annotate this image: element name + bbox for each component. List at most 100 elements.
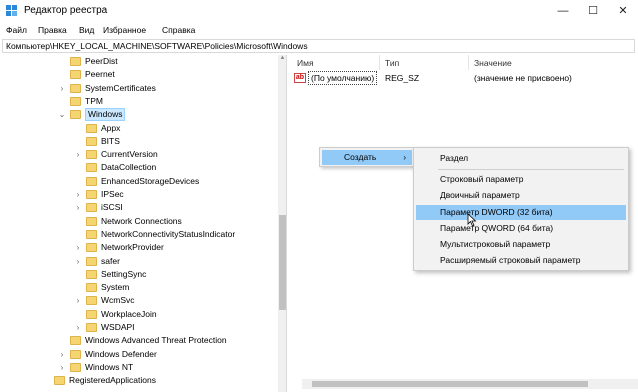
tree-item[interactable]: System (2, 281, 277, 294)
folder-icon (86, 136, 97, 146)
tree-item[interactable]: NetworkConnectivityStatusIndicator (2, 228, 277, 241)
tree-item[interactable]: › safer (2, 255, 277, 268)
address-bar[interactable]: Компьютер\HKEY_LOCAL_MACHINE\SOFTWARE\Po… (2, 39, 635, 53)
menu-item-create[interactable]: Создать › (322, 150, 412, 165)
menu-item-multistring-value[interactable]: Мультистроковый параметр (416, 237, 626, 252)
tree-item-label: Windows Defender (85, 348, 157, 359)
scrollbar-thumb[interactable] (279, 215, 286, 310)
values-horizontal-scrollbar[interactable] (302, 379, 638, 389)
tree-item-label: WSDAPI (101, 322, 135, 332)
tree-item-label: NetworkConnectivityStatusIndicator (101, 228, 236, 239)
tree-item[interactable]: Appx (2, 122, 277, 135)
folder-icon (86, 243, 97, 253)
tree-item-label: EnhancedStorageDevices (101, 175, 200, 186)
expand-arrow-icon[interactable]: › (74, 201, 82, 214)
menu-file[interactable]: Файл (6, 25, 27, 35)
tree-item[interactable]: › Windows NT (2, 361, 277, 374)
folder-icon (86, 150, 97, 160)
tree-item[interactable]: › IPSec (2, 188, 277, 201)
column-header-name[interactable]: Имя (297, 58, 314, 68)
tree-item[interactable]: › iSCSI (2, 201, 277, 214)
tree-item[interactable]: › WcmSvc (2, 294, 277, 307)
menu-view[interactable]: Вид (79, 25, 94, 35)
folder-icon (86, 123, 97, 133)
window-title: Редактор реестра (24, 5, 108, 16)
expand-arrow-icon[interactable]: › (74, 188, 82, 201)
tree-item[interactable]: BITS (2, 135, 277, 148)
expand-arrow-icon[interactable]: › (74, 241, 82, 254)
menu-favorites[interactable]: Избранное (103, 25, 146, 35)
tree-item[interactable]: RegisteredApplications (2, 374, 277, 387)
minimize-button[interactable]: — (548, 0, 578, 22)
tree-item-label: safer (101, 255, 120, 266)
tree-item[interactable]: › Windows Defender (2, 348, 277, 361)
menu-separator (438, 169, 624, 170)
menu-item-string-value[interactable]: Строковый параметр (416, 172, 626, 187)
expand-arrow-icon[interactable]: › (74, 321, 82, 334)
value-row[interactable]: ab (По умолчанию) REG_SZ (значение не пр… (288, 71, 628, 85)
title-bar: Редактор реестра — ☐ ✕ (0, 0, 638, 22)
folder-icon (70, 70, 81, 80)
tree-item[interactable]: ⌄ Windows (2, 108, 277, 122)
close-button[interactable]: ✕ (608, 0, 638, 22)
tree-item[interactable]: › CurrentVersion (2, 148, 277, 161)
scroll-up-icon[interactable]: ▲ (278, 55, 286, 64)
tree-item[interactable]: › NetworkProvider (2, 241, 277, 254)
tree-item[interactable]: TPM (2, 95, 277, 108)
tree-item-label: DataCollection (101, 162, 157, 173)
column-separator[interactable] (379, 55, 380, 70)
folder-icon (70, 83, 81, 93)
folder-icon (70, 362, 81, 372)
menu-edit[interactable]: Правка (38, 25, 67, 35)
tree-item[interactable]: › SystemCertificates (2, 82, 277, 95)
tree-vertical-scrollbar[interactable]: ▲ (278, 55, 286, 392)
tree-item-label: SettingSync (101, 268, 147, 279)
folder-icon (86, 176, 97, 186)
value-type: REG_SZ (385, 73, 420, 83)
menu-help[interactable]: Справка (162, 25, 195, 35)
folder-icon (70, 349, 81, 359)
scrollbar-thumb[interactable] (312, 381, 588, 387)
tree-item[interactable]: DataCollection (2, 161, 277, 174)
expand-arrow-icon[interactable]: › (74, 148, 82, 161)
tree-item[interactable]: EnhancedStorageDevices (2, 175, 277, 188)
maximize-button[interactable]: ☐ (578, 0, 608, 22)
tree-item[interactable]: › WSDAPI (2, 321, 277, 334)
tree-item-label: Windows Advanced Threat Protection (85, 335, 227, 346)
tree-item-label: RegisteredApplications (69, 375, 156, 386)
folder-icon (86, 283, 97, 293)
expand-arrow-icon[interactable]: › (74, 294, 82, 307)
tree-item-label: System (101, 282, 130, 293)
folder-icon (86, 323, 97, 332)
folder-icon (70, 96, 81, 106)
expand-arrow-icon[interactable]: ⌄ (58, 108, 66, 121)
menu-item-dword-value[interactable]: Параметр DWORD (32 бита) (416, 205, 626, 220)
folder-icon (86, 296, 97, 306)
tree-item-label: Network Connections (101, 215, 182, 226)
tree-item-label: CurrentVersion (101, 149, 158, 160)
string-value-icon: ab (294, 73, 306, 83)
folder-icon (86, 163, 97, 173)
tree-item[interactable]: WorkplaceJoin (2, 308, 277, 321)
folder-icon (86, 269, 97, 279)
tree-item-label: WorkplaceJoin (101, 308, 157, 319)
value-data: (значение не присвоено) (474, 73, 572, 83)
tree-item[interactable]: Windows Advanced Threat Protection (2, 334, 277, 347)
menu-item-qword-value[interactable]: Параметр QWORD (64 бита) (416, 221, 626, 236)
menu-item-expandable-string-value[interactable]: Расширяемый строковый параметр (416, 253, 626, 268)
tree-item[interactable]: PeerDist (2, 55, 277, 68)
menu-item-binary-value[interactable]: Двоичный параметр (416, 188, 626, 203)
folder-icon (86, 229, 97, 239)
tree-item[interactable]: Peernet (2, 68, 277, 81)
expand-arrow-icon[interactable]: › (58, 348, 66, 361)
menu-item-key[interactable]: Раздел (416, 151, 626, 166)
tree-item[interactable]: SettingSync (2, 268, 277, 281)
column-separator[interactable] (468, 55, 469, 70)
column-header-value[interactable]: Значение (474, 58, 512, 68)
expand-arrow-icon[interactable]: › (74, 255, 82, 268)
tree-pane[interactable]: PeerDist Peernet › SystemCertificates TPM ⌄ Wi… (2, 55, 287, 392)
expand-arrow-icon[interactable]: › (58, 82, 66, 95)
column-header-type[interactable]: Тип (385, 58, 399, 68)
expand-arrow-icon[interactable]: › (58, 361, 66, 374)
tree-item[interactable]: Network Connections (2, 215, 277, 228)
